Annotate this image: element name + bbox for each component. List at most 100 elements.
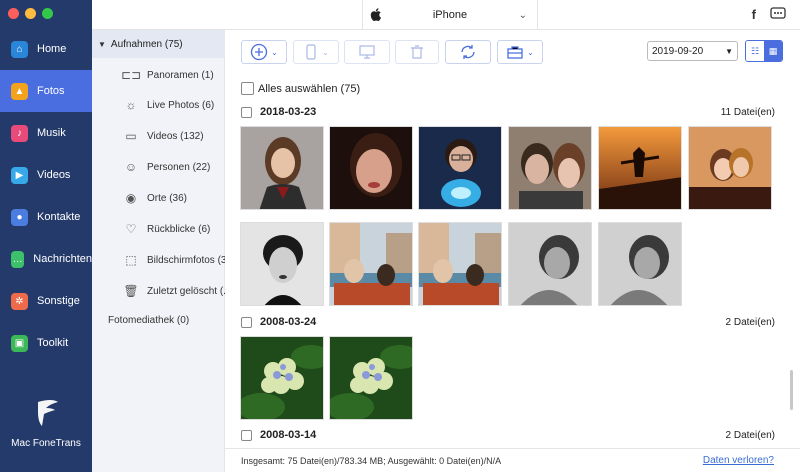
zoom-window-button[interactable] xyxy=(42,8,53,19)
tree-item-label: Zuletzt gelöscht (... xyxy=(147,285,232,297)
nav-item-nachrichten[interactable]: … Nachrichten xyxy=(0,238,92,280)
album-tree: ▼ Aufnahmen (75) ⊏⊐ Panoramen (1) ☼ Live Ph… xyxy=(92,30,231,472)
toolbox-button[interactable]: ⌄ xyxy=(497,40,543,64)
date-filter-select[interactable]: 2019-09-20 ▼ xyxy=(647,41,738,61)
minimize-window-button[interactable] xyxy=(25,8,36,19)
feedback-icon[interactable] xyxy=(770,7,786,24)
refresh-icon xyxy=(461,45,475,59)
home-icon: ⌂ xyxy=(11,40,28,58)
group-checkbox[interactable] xyxy=(241,429,252,441)
tree-item-label: Panoramen (1) xyxy=(147,69,214,81)
photo-thumbnail[interactable] xyxy=(240,336,324,420)
data-lost-link[interactable]: Daten verloren? xyxy=(703,455,774,466)
photo-thumbnail[interactable] xyxy=(418,222,502,306)
scrollbar-thumb[interactable] xyxy=(790,370,793,410)
group-date: 2018-03-23 xyxy=(260,106,317,118)
tree-item-label: Rückblicke (6) xyxy=(147,223,211,235)
nav-item-sonstige[interactable]: ✲ Sonstige xyxy=(0,280,92,322)
tree-item[interactable]: ◉ Orte (36) xyxy=(122,188,187,208)
memories-icon: ♡ xyxy=(125,222,137,236)
nav-item-label: Musik xyxy=(37,127,66,139)
phone-export-icon xyxy=(306,44,316,60)
apple-icon xyxy=(370,8,381,21)
date-filter-value: 2019-09-20 xyxy=(652,45,704,57)
nav-item-toolkit[interactable]: ▣ Toolkit xyxy=(0,322,92,364)
toolbox-icon xyxy=(507,46,523,59)
group-date: 2008-03-14 xyxy=(260,429,317,441)
music-icon: ♪ xyxy=(11,124,28,142)
photo-thumbnail[interactable] xyxy=(688,126,772,210)
person-icon: ☺ xyxy=(124,160,138,174)
photo-thumbnail[interactable] xyxy=(508,222,592,306)
photo-thumbnail[interactable] xyxy=(329,336,413,420)
dropdown-arrow-icon: ▼ xyxy=(725,47,733,56)
main-sidebar: ⌂ Home ▲ Fotos ♪ Musik ▶ Videos ● Kontakte … Nachri… xyxy=(0,0,92,472)
tree-item[interactable]: ⬚ Bildschirmfotos (3) xyxy=(122,250,229,270)
export-pc-button[interactable] xyxy=(344,40,390,64)
group-count: 11 Datei(en) xyxy=(720,106,775,118)
group-header: 2018-03-23 11 Datei(en) xyxy=(241,104,775,120)
delete-button[interactable] xyxy=(395,40,439,64)
group-checkbox[interactable] xyxy=(241,316,252,328)
video-camera-icon: ▭ xyxy=(125,129,137,143)
nav-item-kontakte[interactable]: ● Kontakte xyxy=(0,196,92,238)
group-checkbox[interactable] xyxy=(241,106,252,118)
photo-thumbnail[interactable] xyxy=(508,126,592,210)
list-view-icon[interactable]: ☷ xyxy=(746,41,764,61)
tree-item[interactable]: ▭ Videos (132) xyxy=(122,126,203,146)
fonetrans-logo-icon xyxy=(38,400,58,426)
messages-icon: … xyxy=(11,250,25,268)
triangle-down-icon: ▼ xyxy=(98,39,106,49)
facebook-icon[interactable]: f xyxy=(752,7,756,24)
video-icon: ▶ xyxy=(11,166,28,184)
tree-item-label: Orte (36) xyxy=(147,192,188,204)
app-name: Mac FoneTrans xyxy=(11,438,81,449)
group-count: 2 Datei(en) xyxy=(725,429,775,441)
tree-item[interactable]: ☺ Personen (22) xyxy=(122,157,211,177)
group-date: 2008-03-24 xyxy=(260,316,317,328)
refresh-button[interactable] xyxy=(445,40,491,64)
status-bar: Insgesamt: 75 Datei(en)/783.34 MB; Ausge… xyxy=(225,448,800,472)
panorama-icon: ⊏⊐ xyxy=(120,68,142,82)
nav-item-label: Videos xyxy=(37,169,71,181)
tree-root-aufnahmen[interactable]: ▼ Aufnahmen (75) xyxy=(92,30,225,58)
grid-view-icon[interactable]: ▦ xyxy=(764,41,782,61)
photo-thumbnail[interactable] xyxy=(329,126,413,210)
chevron-down-icon: ⌄ xyxy=(518,10,527,21)
tree-item[interactable]: ♡ Rückblicke (6) xyxy=(122,219,211,239)
device-name: iPhone xyxy=(432,9,468,21)
close-window-button[interactable] xyxy=(8,8,19,19)
device-selector[interactable]: iPhone ⌄ xyxy=(362,0,538,30)
nav-item-home[interactable]: ⌂ Home xyxy=(0,28,92,70)
photo-thumbnail[interactable] xyxy=(240,126,324,210)
select-all-checkbox[interactable] xyxy=(241,82,254,95)
other-icon: ✲ xyxy=(11,292,28,310)
nav-item-videos[interactable]: ▶ Videos xyxy=(0,154,92,196)
tree-item-label: Live Photos (6) xyxy=(147,99,215,111)
photos-icon: ▲ xyxy=(11,82,28,100)
app-logo xyxy=(0,398,92,433)
tree-item-fotomediathek[interactable]: Fotomediathek (0) xyxy=(108,315,189,326)
nav-item-musik[interactable]: ♪ Musik xyxy=(0,112,92,154)
export-device-button[interactable]: ⌄ xyxy=(293,40,339,64)
photo-thumbnail[interactable] xyxy=(418,126,502,210)
add-button[interactable]: ⌄ xyxy=(241,40,287,64)
select-all-row[interactable]: Alles auswählen (75) xyxy=(241,82,360,95)
tree-item[interactable]: ☼ Live Photos (6) xyxy=(122,95,215,115)
tree-root-label: Aufnahmen (75) xyxy=(110,38,183,50)
tree-item-label: Personen (22) xyxy=(147,161,211,173)
trash-icon: 🗑 xyxy=(123,284,139,298)
top-bar: iPhone ⌄ f xyxy=(92,0,800,30)
tree-item[interactable]: 🗑 Zuletzt gelöscht (... xyxy=(122,281,231,301)
toolkit-icon: ▣ xyxy=(11,334,28,352)
live-photo-icon: ☼ xyxy=(125,98,137,112)
top-actions: f xyxy=(752,7,786,24)
nav-item-fotos[interactable]: ▲ Fotos xyxy=(0,70,92,112)
photo-thumbnail[interactable] xyxy=(598,126,682,210)
group-header: 2008-03-14 2 Datei(en) xyxy=(241,427,775,443)
photo-thumbnail[interactable] xyxy=(329,222,413,306)
monitor-icon xyxy=(359,45,375,59)
tree-item[interactable]: ⊏⊐ Panoramen (1) xyxy=(120,65,214,85)
photo-thumbnail[interactable] xyxy=(240,222,324,306)
photo-thumbnail[interactable] xyxy=(598,222,682,306)
